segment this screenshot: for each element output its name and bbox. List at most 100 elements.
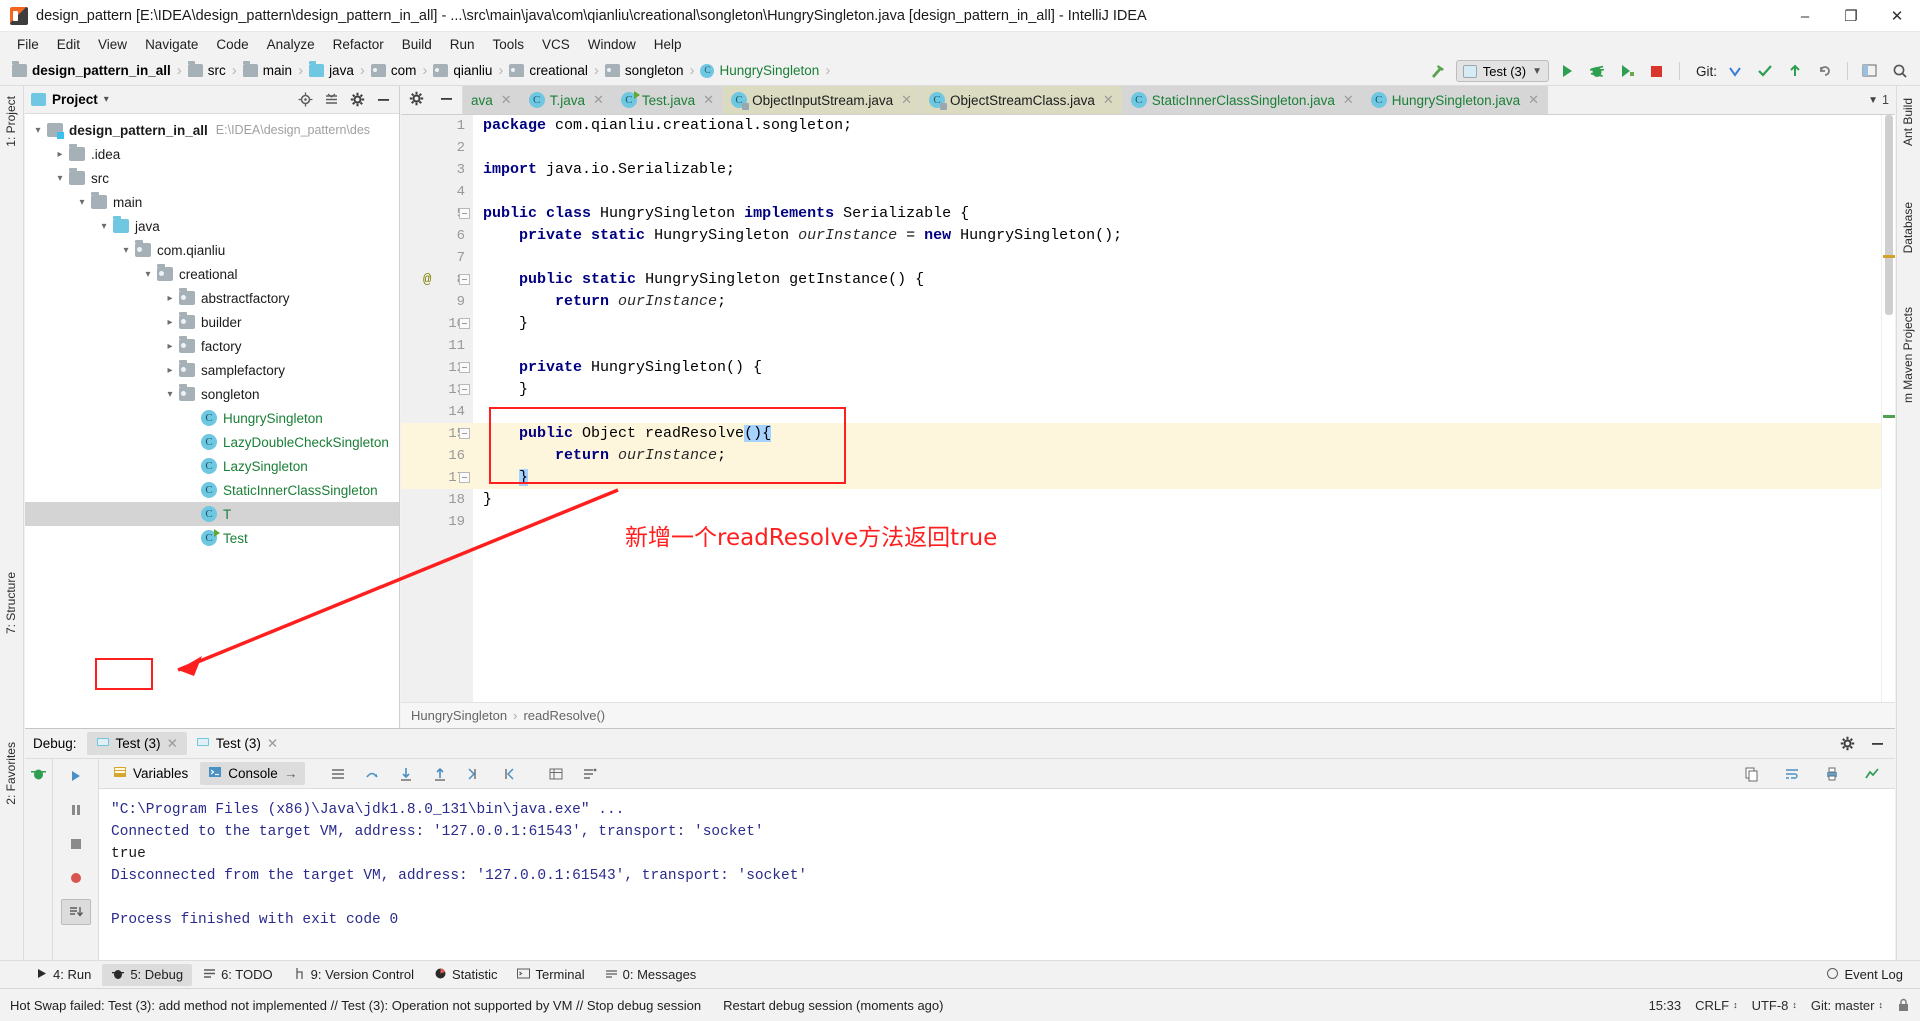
chevron-down-icon[interactable]: ▼ <box>1868 95 1878 106</box>
breadcrumb-item-qianliu[interactable]: qianliu <box>429 60 494 82</box>
close-icon[interactable]: ✕ <box>1343 92 1354 108</box>
view-breakpoints-icon[interactable] <box>61 865 91 891</box>
tree-node[interactable]: ▸ builder <box>25 310 399 334</box>
chevron-right-icon[interactable]: ▸ <box>161 365 179 376</box>
editor-tab[interactable]: C T.java ✕ <box>520 86 613 114</box>
menu-tools[interactable]: Tools <box>484 34 534 55</box>
code-line[interactable]: } <box>473 467 1881 489</box>
editor-tab[interactable]: C ObjectInputStream.java ✕ <box>723 86 922 114</box>
tree-node[interactable]: ▸CLazySingleton <box>25 454 399 478</box>
status-encoding[interactable]: UTF-8 ↕ <box>1752 998 1797 1013</box>
tree-node[interactable]: ▸ abstractfactory <box>25 286 399 310</box>
layout-button[interactable] <box>1858 59 1882 83</box>
gutter-line-number[interactable]: 4 <box>401 181 473 203</box>
code-line[interactable] <box>483 181 1881 203</box>
tree-node[interactable]: ▾ design_pattern_in_all E:\IDEA\design_pat… <box>25 118 399 142</box>
project-scope-dropdown-icon[interactable]: ▾ <box>104 94 109 105</box>
breadcrumb-method[interactable]: readResolve() <box>523 708 605 723</box>
chevron-right-icon[interactable]: ▸ <box>161 293 179 304</box>
close-icon[interactable]: ✕ <box>1528 92 1539 108</box>
breadcrumb-item-main[interactable]: main <box>239 60 294 82</box>
rollback-button[interactable] <box>1813 59 1837 83</box>
tool-window-statistic[interactable]: Statistic <box>425 964 507 986</box>
chevron-right-icon[interactable]: ▸ <box>161 341 179 352</box>
step-out-icon[interactable] <box>425 761 455 787</box>
tree-node[interactable]: ▸CLazyDoubleCheckSingleton <box>25 430 399 454</box>
menu-window[interactable]: Window <box>579 34 645 55</box>
code-fold-icon[interactable] <box>459 318 470 329</box>
tree-node[interactable]: ▾ main <box>25 190 399 214</box>
tool-window-favorites[interactable]: 2: Favorites <box>0 736 22 811</box>
minimize-button[interactable]: – <box>1782 0 1828 32</box>
gutter-line-number[interactable]: 6 <box>401 225 473 247</box>
tool-window-database[interactable]: Database <box>1897 196 1919 259</box>
settings-list-icon[interactable] <box>575 761 605 787</box>
breadcrumb-item-class[interactable]: C HungrySingleton <box>696 60 821 82</box>
gutter-line-number[interactable]: 18 <box>401 489 473 511</box>
tree-node[interactable]: ▾ creational <box>25 262 399 286</box>
tool-window-version-control[interactable]: 9: Version Control <box>284 964 423 986</box>
gutter-line-number[interactable]: 12 <box>401 357 473 379</box>
code-line[interactable]: return ourInstance; <box>483 291 1881 313</box>
close-button[interactable]: ✕ <box>1874 0 1920 32</box>
breadcrumb-item-src[interactable]: src <box>184 60 228 82</box>
status-restart-message[interactable]: Restart debug session (moments ago) <box>701 998 943 1013</box>
tab-console[interactable]: Console → <box>200 762 306 785</box>
editor-tabs-overflow[interactable]: ▼ 1 <box>1862 86 1895 114</box>
menu-edit[interactable]: Edit <box>48 34 89 55</box>
step-into-icon[interactable] <box>391 761 421 787</box>
show-as-list-icon[interactable] <box>323 761 353 787</box>
tree-node[interactable]: ▾ com.qianliu <box>25 238 399 262</box>
gutter-line-number[interactable]: 13 <box>401 379 473 401</box>
gear-icon[interactable] <box>1835 732 1859 756</box>
gutter-line-number[interactable]: 17 <box>401 467 473 489</box>
maximize-button[interactable]: ❐ <box>1828 0 1874 32</box>
stop-button[interactable] <box>1645 59 1669 83</box>
stop-program-icon[interactable] <box>61 831 91 857</box>
gutter-line-number[interactable]: 16 <box>401 445 473 467</box>
lock-icon[interactable] <box>1897 998 1910 1012</box>
menu-refactor[interactable]: Refactor <box>324 34 393 55</box>
code-line[interactable] <box>483 401 1881 423</box>
gutter-line-number[interactable]: 5 <box>401 203 473 225</box>
console-output[interactable]: "C:\Program Files (x86)\Java\jdk1.8.0_13… <box>99 789 1895 988</box>
scrollbar-thumb[interactable] <box>1885 115 1893 315</box>
debugger-icon[interactable] <box>30 765 47 785</box>
breadcrumb-item-creational[interactable]: creational <box>505 60 590 82</box>
breadcrumb-item-java[interactable]: java <box>305 60 356 82</box>
gutter-line-number[interactable]: 2 <box>401 137 473 159</box>
breadcrumb-item-com[interactable]: com <box>367 60 419 82</box>
force-step-into-icon[interactable] <box>459 761 489 787</box>
tree-node[interactable]: ▾ java <box>25 214 399 238</box>
soft-wrap-icon[interactable] <box>1777 761 1807 787</box>
gutter-line-number[interactable]: 19 <box>401 511 473 533</box>
pause-program-icon[interactable] <box>61 797 91 823</box>
gutter-line-number[interactable]: 10 <box>401 313 473 335</box>
mute-breakpoints-icon[interactable] <box>60 899 91 925</box>
run-to-cursor-icon[interactable] <box>493 761 523 787</box>
evaluate-expression-icon[interactable] <box>541 761 571 787</box>
code-line[interactable]: } <box>483 489 1881 511</box>
gutter-line-number[interactable]: 3 <box>401 159 473 181</box>
close-icon[interactable]: ✕ <box>703 92 714 108</box>
tree-node[interactable]: ▸CT <box>25 502 399 526</box>
gutter-line-number[interactable]: 8@ <box>401 269 473 291</box>
breadcrumb-item-songleton[interactable]: songleton <box>601 60 686 82</box>
tree-node[interactable]: ▾ songleton <box>25 382 399 406</box>
close-icon[interactable]: ✕ <box>901 92 912 108</box>
chevron-down-icon[interactable]: ▾ <box>29 125 47 136</box>
tab-variables[interactable]: Variables <box>105 762 196 785</box>
tool-window-project[interactable]: 1: Project <box>0 90 22 153</box>
gear-icon[interactable] <box>345 88 369 112</box>
tree-node[interactable]: ▸ factory <box>25 334 399 358</box>
code-line[interactable]: package com.qianliu.creational.songleton… <box>483 115 1881 137</box>
tool-window-terminal[interactable]: Terminal <box>508 964 593 986</box>
code-line[interactable]: import java.io.Serializable; <box>483 159 1881 181</box>
chevron-right-icon[interactable]: ▸ <box>161 317 179 328</box>
tool-window-debug[interactable]: 5: Debug <box>102 963 193 986</box>
menu-analyze[interactable]: Analyze <box>258 34 324 55</box>
locate-file-icon[interactable] <box>293 88 317 112</box>
code-line[interactable] <box>483 335 1881 357</box>
code-fold-icon[interactable] <box>459 428 470 439</box>
run-button[interactable] <box>1555 59 1579 83</box>
